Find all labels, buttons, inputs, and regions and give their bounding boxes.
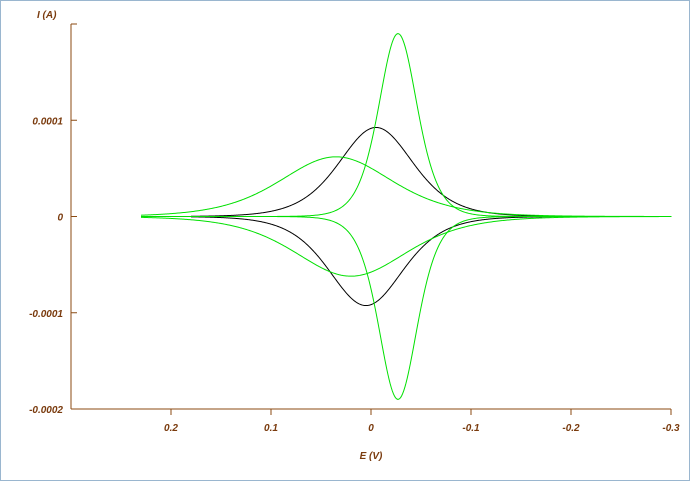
axes [70, 23, 672, 415]
chart-frame: 0.2 0.1 0 -0.1 -0.2 -0.3 0.0001 0 -0.0001 -0.0002… [0, 0, 690, 481]
series-group [140, 33, 672, 400]
x-tick-label: -0.1 [462, 423, 480, 434]
x-axis-title: E (V) [360, 451, 383, 462]
y-tick-label: -0.0001 [29, 309, 63, 320]
x-tick-label: 0 [368, 423, 374, 434]
x-tick-label: 0.1 [264, 423, 278, 434]
y-tick-label: -0.0002 [29, 405, 63, 416]
x-tick-label: -0.2 [562, 423, 580, 434]
y-axis-title: I (A) [37, 10, 57, 21]
y-tick-label: 0 [57, 213, 63, 224]
x-tick-label: 0.2 [164, 423, 178, 434]
y-tick-label: 0.0001 [32, 116, 63, 127]
cv-chart: 0.2 0.1 0 -0.1 -0.2 -0.3 0.0001 0 -0.0001 -0.0002… [29, 10, 680, 462]
x-tick-label: -0.3 [662, 423, 680, 434]
ticks: 0.2 0.1 0 -0.1 -0.2 -0.3 0.0001 0 -0.0001 -0.0002 [29, 116, 680, 434]
